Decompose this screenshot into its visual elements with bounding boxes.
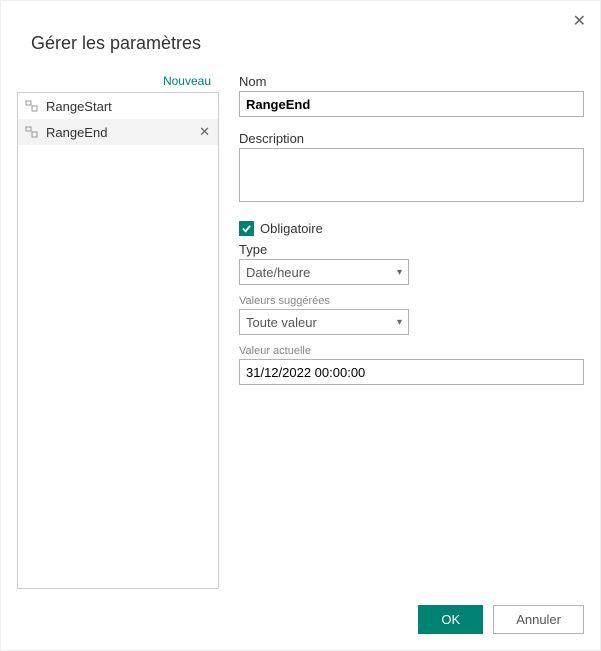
suggested-select[interactable]: Toute valeur ▾ <box>239 309 409 335</box>
parameter-list: RangeStart RangeEnd ✕ <box>17 92 219 589</box>
dialog-title: Gérer les paramètres <box>31 33 584 54</box>
suggested-label: Valeurs suggérées <box>239 295 584 307</box>
suggested-value: Toute valeur <box>246 315 317 330</box>
required-checkbox[interactable] <box>239 221 254 236</box>
type-label: Type <box>239 242 584 257</box>
close-icon[interactable]: ✕ <box>573 11 586 31</box>
current-value-input[interactable] <box>239 359 584 385</box>
type-select[interactable]: Date/heure ▾ <box>239 259 409 285</box>
list-item[interactable]: RangeEnd ✕ <box>18 119 218 145</box>
list-item-label: RangeStart <box>46 99 112 114</box>
type-value: Date/heure <box>246 265 310 280</box>
parameter-icon <box>24 124 40 140</box>
parameter-icon <box>24 98 40 114</box>
chevron-down-icon: ▾ <box>397 267 402 278</box>
ok-button[interactable]: OK <box>418 605 483 634</box>
list-item-label: RangeEnd <box>46 125 107 140</box>
name-input[interactable] <box>239 91 584 117</box>
new-parameter-link[interactable]: Nouveau <box>17 74 219 92</box>
delete-icon[interactable]: ✕ <box>197 124 212 140</box>
cancel-button[interactable]: Annuler <box>493 605 584 634</box>
current-label: Valeur actuelle <box>239 345 584 357</box>
description-input[interactable] <box>239 148 584 202</box>
list-item[interactable]: RangeStart <box>18 93 218 119</box>
name-label: Nom <box>239 74 584 89</box>
required-label: Obligatoire <box>260 221 323 236</box>
chevron-down-icon: ▾ <box>397 317 402 328</box>
description-label: Description <box>239 131 584 146</box>
